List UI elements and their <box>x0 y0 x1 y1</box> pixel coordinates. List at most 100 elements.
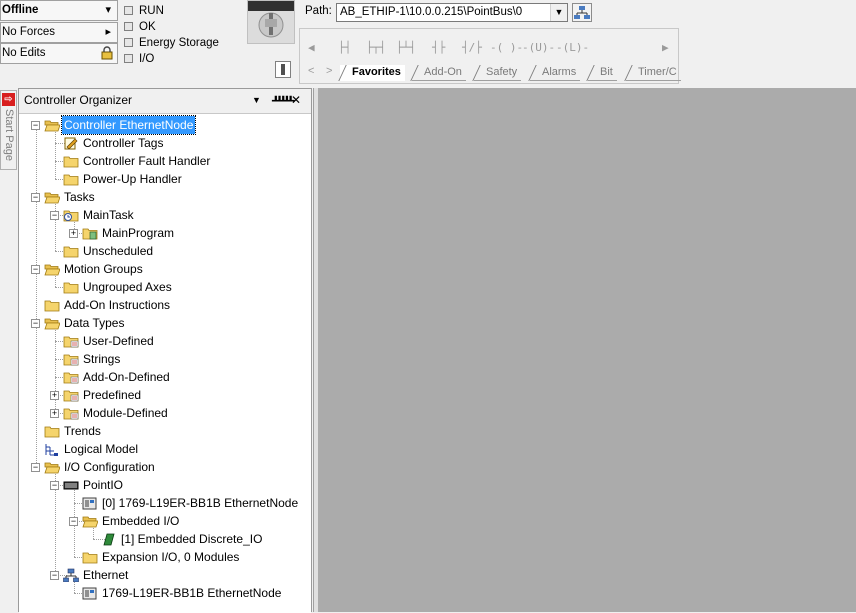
run-label: RUN <box>139 5 164 17</box>
collapse-icon[interactable]: − <box>31 463 40 472</box>
key-icon <box>281 64 285 75</box>
tree-item-label: I/O Configuration <box>64 460 155 474</box>
tab-add-on[interactable]: Add-On <box>412 65 466 81</box>
tree-item-label: [0] 1769-L19ER-BB1B EthernetNode <box>102 496 299 510</box>
tree-item-label: MainTask <box>83 208 134 222</box>
controller-organizer: Controller Organizer ▼ ᚊ ✕ − Controller E… <box>18 88 312 613</box>
branch-level-button[interactable]: ├┴┤ <box>396 41 416 54</box>
collapse-icon[interactable]: − <box>50 211 59 220</box>
close-icon[interactable]: ✕ <box>291 89 301 111</box>
collapse-icon[interactable]: − <box>69 517 78 526</box>
path-combo[interactable]: AB_ETHIP-1\10.0.0.215\PointBus\0 ▼ <box>336 3 568 22</box>
ok-checkbox-icon <box>124 22 133 31</box>
xio-button[interactable]: ┤/├ <box>462 41 482 54</box>
otu-button[interactable]: -(U)- <box>522 41 555 54</box>
tags-icon <box>64 137 78 150</box>
expand-icon[interactable]: + <box>50 409 59 418</box>
folder-open-icon <box>82 516 98 528</box>
controller-module-icon <box>82 587 97 600</box>
start-page-label: Start Page <box>3 109 15 161</box>
path-dropdown-icon[interactable]: ▼ <box>550 4 567 21</box>
tab-safety[interactable]: Safety <box>474 65 522 81</box>
keyswitch-panel <box>247 0 295 44</box>
scroll-right-icon[interactable]: ▶ <box>662 41 669 54</box>
collapse-icon[interactable]: − <box>50 481 59 490</box>
tree-item-label: Logical Model <box>64 442 139 456</box>
folder-open-icon <box>44 264 60 276</box>
expand-icon[interactable]: + <box>69 229 78 238</box>
tree-connector-line <box>55 130 56 179</box>
tree-item-label: Embedded I/O <box>102 514 180 528</box>
tree-item-label: Ethernet <box>83 568 129 582</box>
tab-scroll-right-icon[interactable]: > <box>326 65 332 77</box>
collapse-icon[interactable]: − <box>50 571 59 580</box>
tree-item-label: Add-On Instructions <box>64 298 171 312</box>
otl-button[interactable]: -(L)- <box>556 41 589 54</box>
start-page-tab[interactable]: ⇨ Start Page <box>0 90 17 170</box>
tree-connector-line <box>36 125 37 467</box>
ok-label: OK <box>139 21 156 33</box>
io-module-icon <box>103 533 115 546</box>
tab-favorites[interactable]: Favorites <box>340 65 405 81</box>
tab-scroll-left-icon[interactable]: < <box>308 65 314 77</box>
controller-mode-status[interactable]: Offline ▾ <box>0 0 118 21</box>
tree-item-label: MainProgram <box>102 226 175 240</box>
tree-item-label: Data Types <box>64 316 125 330</box>
controller-module-icon <box>82 497 97 510</box>
keyswitch-position-button[interactable] <box>275 61 291 78</box>
mode-dropdown-icon[interactable]: ▾ <box>105 1 111 20</box>
io-indicator: I/O <box>124 52 154 68</box>
folder-open-icon <box>44 318 60 330</box>
datatype-folder-icon <box>63 408 79 420</box>
forces-status[interactable]: No Forces ▸ <box>0 22 118 43</box>
tree-item-label: Module-Defined <box>83 406 168 420</box>
who-active-button[interactable] <box>572 3 592 22</box>
collapse-icon[interactable]: − <box>31 121 40 130</box>
datatype-folder-icon <box>63 372 79 384</box>
path-label: Path: <box>305 5 332 17</box>
tree-item-label: [1] Embedded Discrete_IO <box>121 532 263 546</box>
organizer-title-bar: Controller Organizer ▼ ᚊ ✕ <box>19 89 311 111</box>
tree-item-label: Strings <box>83 352 121 366</box>
tab-bit[interactable]: Bit <box>588 65 617 81</box>
network-icon <box>63 568 79 582</box>
tree-item-label: Ungrouped Axes <box>83 280 172 294</box>
expand-icon[interactable]: + <box>50 391 59 400</box>
organizer-menu-icon[interactable]: ▼ <box>252 89 261 111</box>
network-browse-icon <box>574 6 590 19</box>
tree-item-label: Expansion I/O, 0 Modules <box>102 550 240 564</box>
tree-item-label: Controller EthernetNode <box>60 115 197 135</box>
organizer-tree: − Controller EthernetNode Controller Tags C… <box>19 113 311 613</box>
datatype-folder-icon <box>63 336 79 348</box>
organizer-title: Controller Organizer <box>24 93 133 107</box>
run-indicator: RUN <box>124 4 164 20</box>
forces-arrow-icon[interactable]: ▸ <box>105 23 111 42</box>
tab-timer-counter[interactable]: Timer/C <box>626 65 681 81</box>
tree-item-label: 1769-L19ER-BB1B EthernetNode <box>102 586 282 600</box>
tree-item-label: Add-On-Defined <box>83 370 170 384</box>
ok-indicator: OK <box>124 20 156 36</box>
folder-icon <box>63 174 79 186</box>
tree-item-label: Controller Fault Handler <box>83 154 211 168</box>
lock-icon <box>101 46 113 60</box>
collapse-icon[interactable]: − <box>31 265 40 274</box>
rung-button[interactable]: ├┤ <box>338 41 351 54</box>
tab-alarms[interactable]: Alarms <box>530 65 581 81</box>
energy-storage-label: Energy Storage <box>139 37 219 49</box>
branch-button[interactable]: ├┬┤ <box>366 41 386 54</box>
collapse-icon[interactable]: − <box>31 193 40 202</box>
instruction-toolbar: ◀ ├┤ ├┬┤ ├┴┤ ┤├ ┤/├ -( )- -(U)- -(L)- ▶ … <box>299 28 681 84</box>
edits-status[interactable]: No Edits <box>0 43 118 64</box>
tree-item-label: Predefined <box>83 388 142 402</box>
scroll-left-icon[interactable]: ◀ <box>308 41 315 54</box>
edits-label: No Edits <box>2 47 46 59</box>
xic-button[interactable]: ┤├ <box>432 41 445 54</box>
ladder-elements-row: ◀ ├┤ ├┬┤ ├┴┤ ┤├ ┤/├ -( )- -(U)- -(L)- ▶ <box>300 37 678 61</box>
tree-item-label: Unscheduled <box>83 244 154 258</box>
folder-icon <box>63 156 79 168</box>
folder-open-icon <box>44 462 60 474</box>
folder-open-icon <box>44 192 60 204</box>
collapse-icon[interactable]: − <box>31 319 40 328</box>
ote-button[interactable]: -( )- <box>490 41 523 54</box>
tree-item-label: Tasks <box>64 190 95 204</box>
